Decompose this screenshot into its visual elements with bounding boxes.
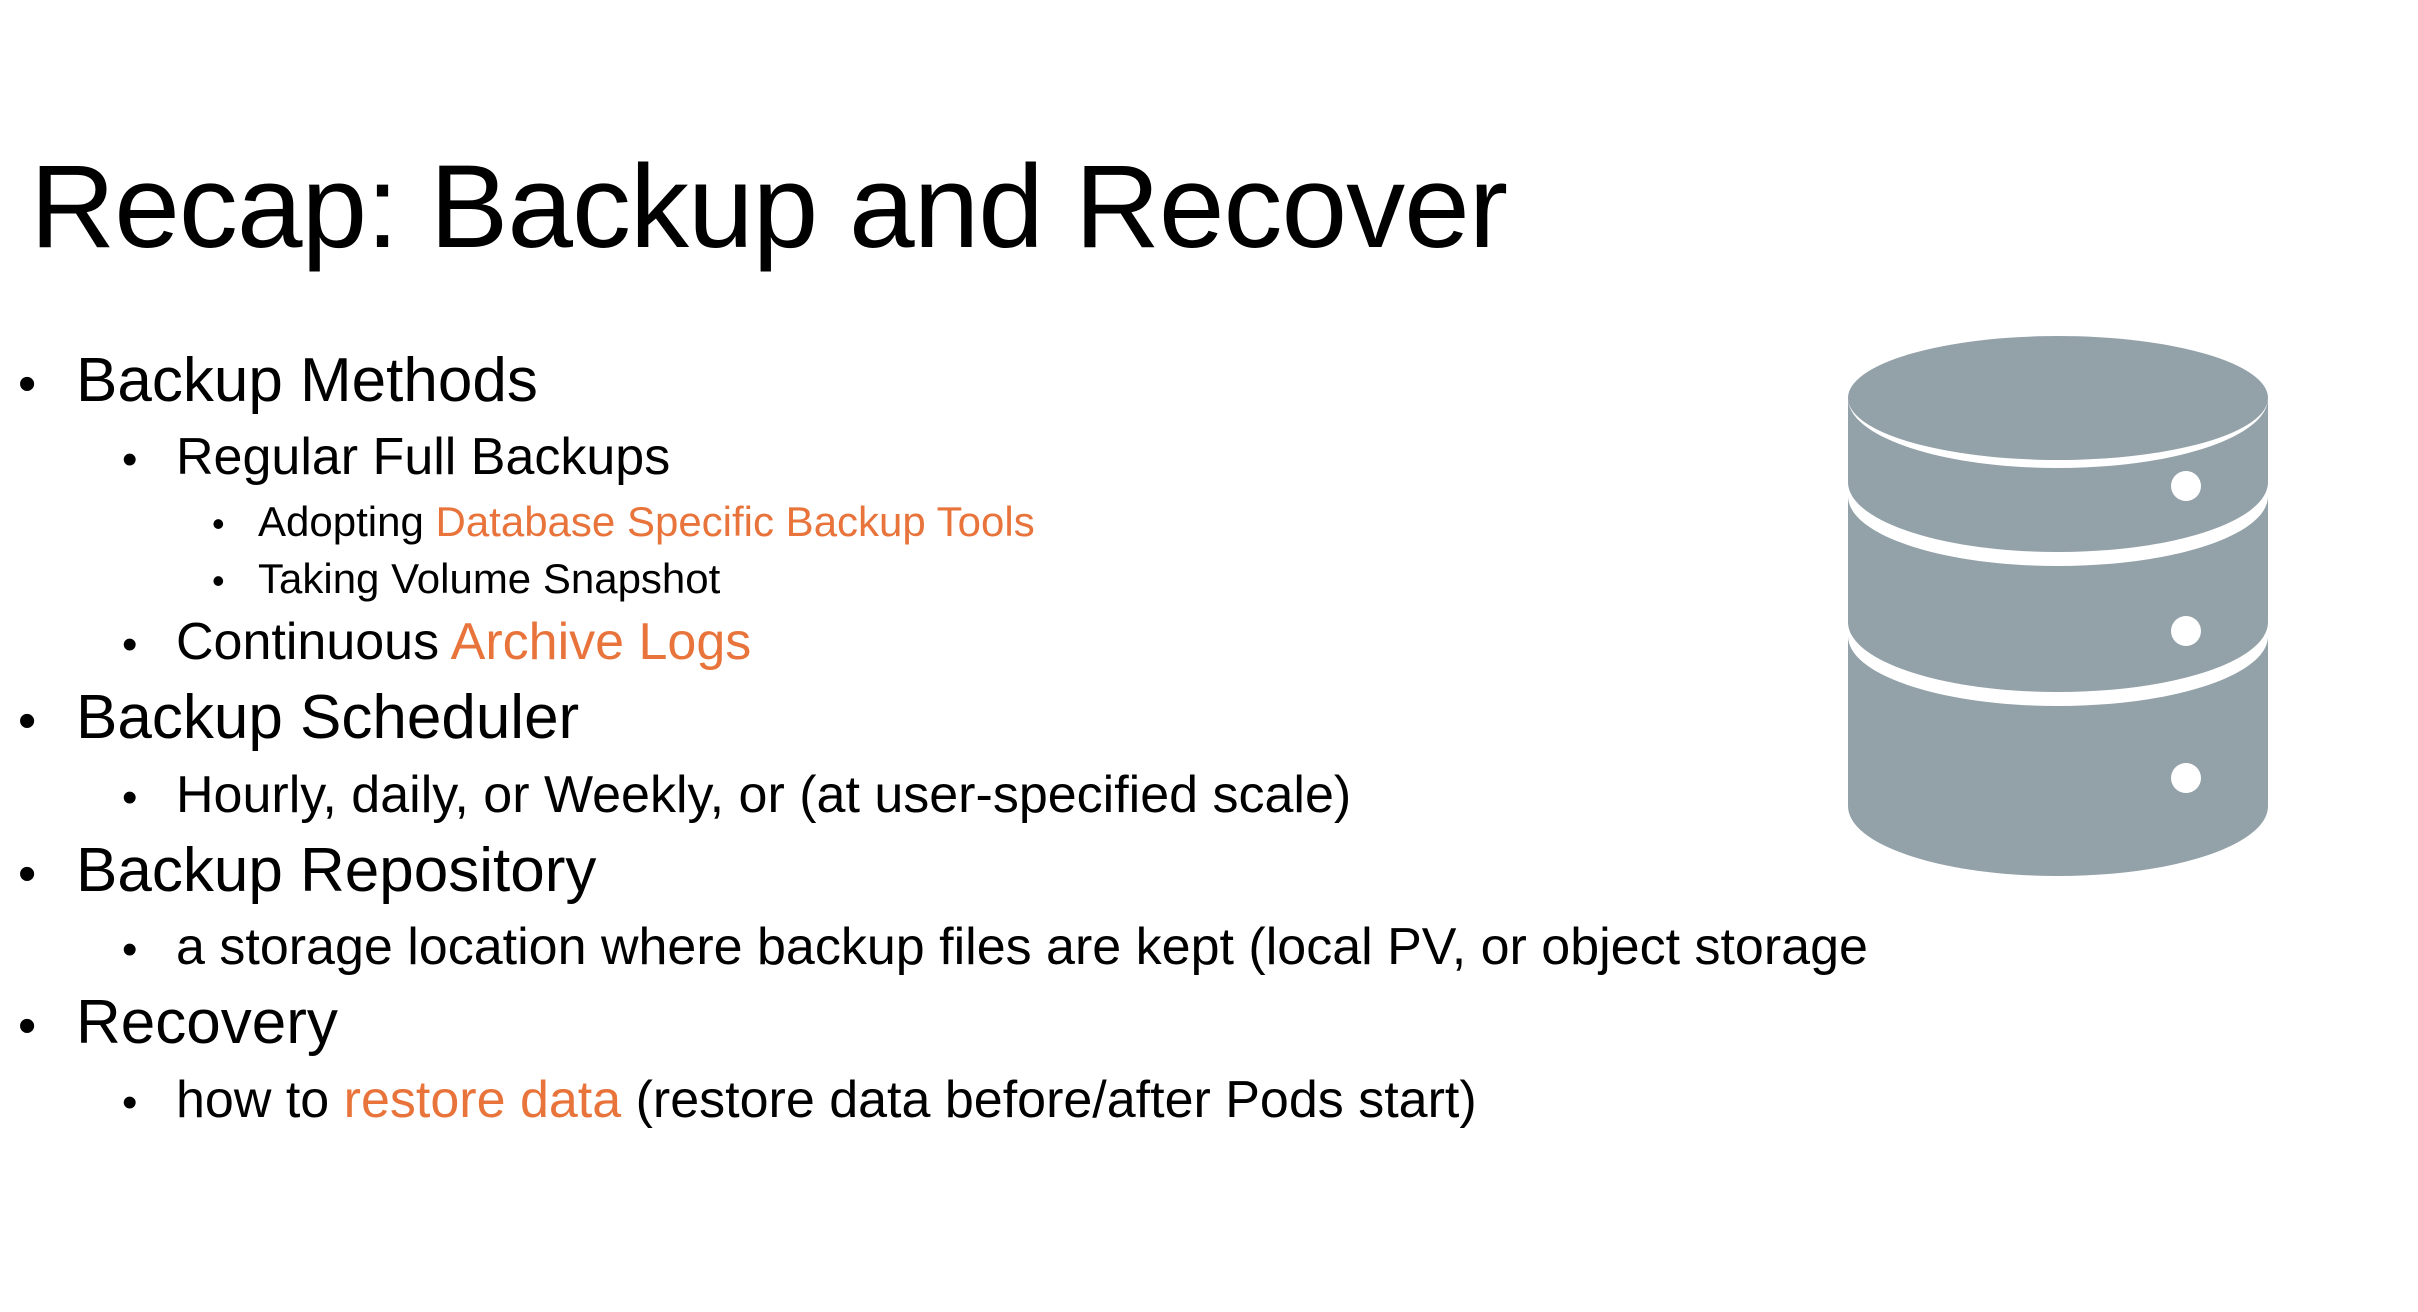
bullet-text: Backup Scheduler	[76, 677, 579, 759]
bullet-item-l1: • Backup Repository	[18, 830, 1808, 912]
db-indicator-dot	[2171, 616, 2201, 646]
bullet-text-plain: Backup Methods	[76, 346, 538, 415]
bullet-text-tail: (restore data before/after Pods start)	[621, 1070, 1477, 1129]
bullet-text-plain: Backup Repository	[76, 835, 597, 905]
bullet-text: how to restore data (restore data before…	[176, 1065, 1477, 1135]
bullet-text: Taking Volume Snapshot	[258, 550, 720, 607]
bullet-marker-icon: •	[212, 559, 225, 601]
bullet-marker-icon: •	[18, 692, 37, 751]
bullet-item-l2: • Hourly, daily, or Weekly, or (at user-s…	[122, 760, 1808, 830]
bullet-text-plain: how to	[176, 1070, 344, 1129]
bullet-marker-icon: •	[122, 772, 138, 822]
bullet-item-l1: • Recovery	[18, 982, 1808, 1064]
bullet-text: Recovery	[76, 982, 338, 1064]
bullet-text: Adopting Database Specific Backup Tools	[258, 493, 1035, 550]
bullet-text-plain: Hourly, daily, or Weekly, or (at user-sp…	[176, 765, 1352, 824]
bullet-marker-icon: •	[212, 502, 225, 544]
bullet-marker-icon: •	[18, 844, 37, 903]
db-indicator-dot	[2171, 763, 2201, 793]
database-icon	[1848, 336, 2268, 884]
bullet-item-l2: • Regular Full Backups	[122, 422, 1808, 492]
bullet-text-accent: Database Specific Backup Tools	[435, 497, 1035, 545]
bullet-marker-icon: •	[122, 1077, 138, 1127]
bullet-text-plain: Recovery	[76, 988, 338, 1058]
bullet-text-plain: Continuous	[176, 612, 451, 671]
bullet-marker-icon: •	[122, 619, 138, 669]
bullet-item-l2: • a storage location where backup files a…	[122, 912, 1868, 982]
bullet-text-plain: Adopting	[258, 497, 436, 545]
bullet-item-l3: • Taking Volume Snapshot	[212, 550, 1808, 607]
bullet-text: Backup Repository	[76, 830, 596, 912]
bullet-text: Regular Full Backups	[176, 422, 670, 492]
bullet-text: Backup Methods	[76, 340, 538, 422]
bullet-text-plain: a storage location where backup files ar…	[176, 918, 1868, 977]
bullet-marker-icon: •	[122, 435, 138, 485]
page-title: Recap: Backup and Recover	[30, 141, 1508, 274]
bullet-marker-icon: •	[122, 925, 138, 975]
bullet-item-l2: • Continuous Archive Logs	[122, 607, 1808, 677]
bullet-item-l1: • Backup Methods	[18, 340, 1808, 422]
bullet-marker-icon: •	[18, 355, 37, 413]
bullet-text-accent: Archive Logs	[450, 612, 752, 671]
db-indicator-dot	[2171, 471, 2201, 501]
bullet-text: Hourly, daily, or Weekly, or (at user-sp…	[176, 760, 1351, 830]
bullet-item-l2: • how to restore data (restore data befor…	[122, 1065, 1808, 1135]
bullet-text: Continuous Archive Logs	[176, 607, 751, 677]
bullet-text-accent: restore data	[343, 1070, 622, 1129]
bullet-list: • Backup Methods • Regular Full Backups • Ado…	[18, 340, 1868, 1135]
slide-canvas: Recap: Backup and Recover • Backup Method…	[0, 0, 2418, 1312]
bullet-text-plain: Taking Volume Snapshot	[258, 554, 721, 602]
bullet-text-plain: Regular Full Backups	[176, 428, 671, 487]
bullet-item-l3: • Adopting Database Specific Backup Tools	[212, 493, 1808, 550]
bullet-marker-icon: •	[18, 997, 37, 1056]
bullet-item-l1: • Backup Scheduler	[18, 677, 1808, 759]
bullet-text: a storage location where backup files ar…	[176, 912, 1868, 982]
bullet-text-plain: Backup Scheduler	[76, 683, 580, 753]
